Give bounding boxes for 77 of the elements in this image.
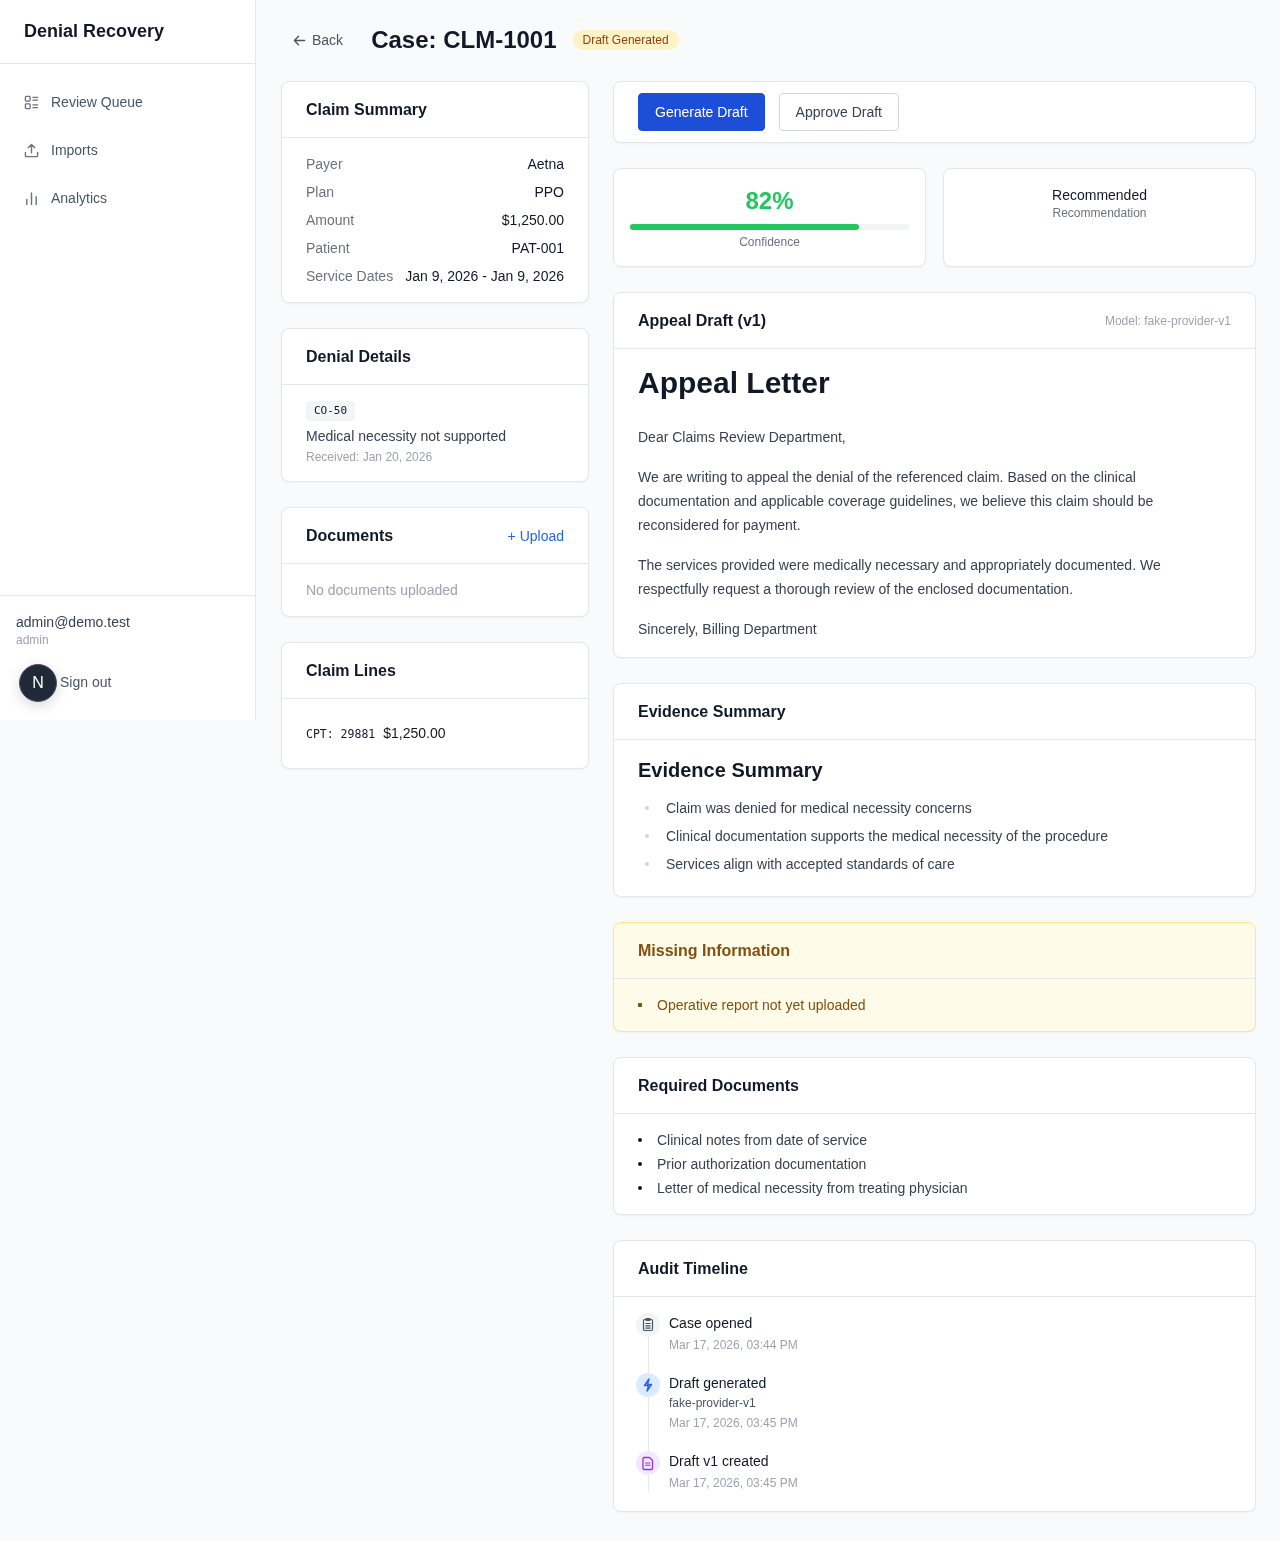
event-detail: fake-provider-v1 [669,1395,757,1411]
user-email: admin@demo.test [16,613,131,632]
bullet-icon [638,1138,642,1142]
field-value: Aetna [527,155,564,174]
list-item: Claim was denied for medical necessity concerns [666,799,972,818]
field-label: Payer [306,155,343,174]
section-heading: Evidence Summary [638,758,824,783]
event-title: Case opened [669,1314,754,1333]
list-item: Clinical documentation supports the medical necessity of the procedure [666,827,1109,846]
received-date: Received: Jan 20, 2026 [306,449,433,465]
bar-chart-icon [24,190,39,206]
event-time: Mar 17, 2026, 03:45 PM [669,1415,798,1431]
nav-item[interactable]: Analytics [12,178,243,218]
field-label: Plan [306,183,335,202]
document-icon [636,1451,660,1475]
list-item: Letter of medical necessity from treating physician [657,1179,968,1198]
clipboard-icon [636,1313,660,1337]
nav-item[interactable]: Imports [12,130,243,170]
line-amount: $1,250.00 [383,724,446,743]
card-title: Appeal Draft (v1) [638,311,767,330]
event-time: Mar 17, 2026, 03:44 PM [669,1337,798,1353]
denial-reason: Medical necessity not supported [306,427,506,446]
back-arrow-icon [293,33,306,47]
field-label: Service Dates [306,267,394,286]
confidence-value: 82% [745,186,794,216]
approve-draft-button[interactable]: Approve Draft [778,93,899,131]
field-value: PPO [534,183,564,202]
field-label: Amount [306,211,355,230]
card-title: Evidence Summary [638,702,786,721]
app-title: Denial Recovery [24,21,165,42]
dev-tools-badge[interactable]: N [19,664,57,702]
nav-item[interactable]: Review Queue [12,82,243,122]
event-title: Draft generated [669,1374,768,1393]
card-title: Claim Summary [306,100,427,119]
denial-code: CO-50 [306,401,356,421]
letter-heading: Appeal Letter [638,365,831,401]
model-label: Model: fake-provider-v1 [1104,313,1231,328]
stat-label: Confidence [739,234,800,250]
list-item: Prior authorization documentation [657,1155,867,1174]
bullet-icon [645,862,649,866]
list-icon [24,94,39,110]
upload-link[interactable]: + Upload [507,527,564,544]
bullet-icon [638,1162,642,1166]
card-title: Missing Information [638,941,790,960]
bullet-icon [645,834,649,838]
field-value: PAT-001 [511,239,564,258]
card-title: Documents [306,526,394,545]
list-item: Operative report not yet uploaded [657,996,866,1015]
user-role: admin [16,632,50,648]
letter-paragraph: The services provided were medically necessary and appropriately documented. We respectfully request a thorough review of the enclosed documentation. [638,556,1162,599]
card-title: Claim Lines [306,661,396,680]
bullet-icon [638,1186,642,1190]
event-title: Draft v1 created [669,1452,770,1471]
lightning-icon [636,1373,660,1397]
list-item: Services align with accepted standards of care [666,855,955,874]
card-title: Audit Timeline [638,1259,748,1278]
empty-message: No documents uploaded [306,582,458,598]
list-item: Clinical notes from date of service [657,1131,868,1150]
card-title: Denial Details [306,347,411,366]
letter-paragraph: Dear Claims Review Department, [638,428,847,447]
back-button[interactable]: Back [281,26,356,54]
cpt-code: CPT: 29881 [306,726,376,743]
upload-icon [24,142,39,158]
card-title: Required Documents [638,1076,799,1095]
bullet-icon [638,1003,642,1007]
stat-label: Recommendation [1052,205,1147,221]
field-label: Patient [306,239,350,258]
recommendation-value: Recommended [1052,186,1147,205]
field-value: $1,250.00 [501,211,564,230]
field-value: Jan 9, 2026 - Jan 9, 2026 [405,267,564,286]
generate-draft-button[interactable]: Generate Draft [638,93,765,131]
letter-paragraph: We are writing to appeal the denial of the referenced claim. Based on the clinical documentation and applicable coverage guidelines, we believe this claim should be reconsidered for payment. [638,468,1155,535]
status-badge: Draft Generated [572,30,679,50]
page-title: Case: CLM-1001 [371,25,557,55]
event-time: Mar 17, 2026, 03:45 PM [669,1475,798,1491]
bullet-icon [645,806,649,810]
letter-paragraph: Sincerely, Billing Department [638,620,818,639]
